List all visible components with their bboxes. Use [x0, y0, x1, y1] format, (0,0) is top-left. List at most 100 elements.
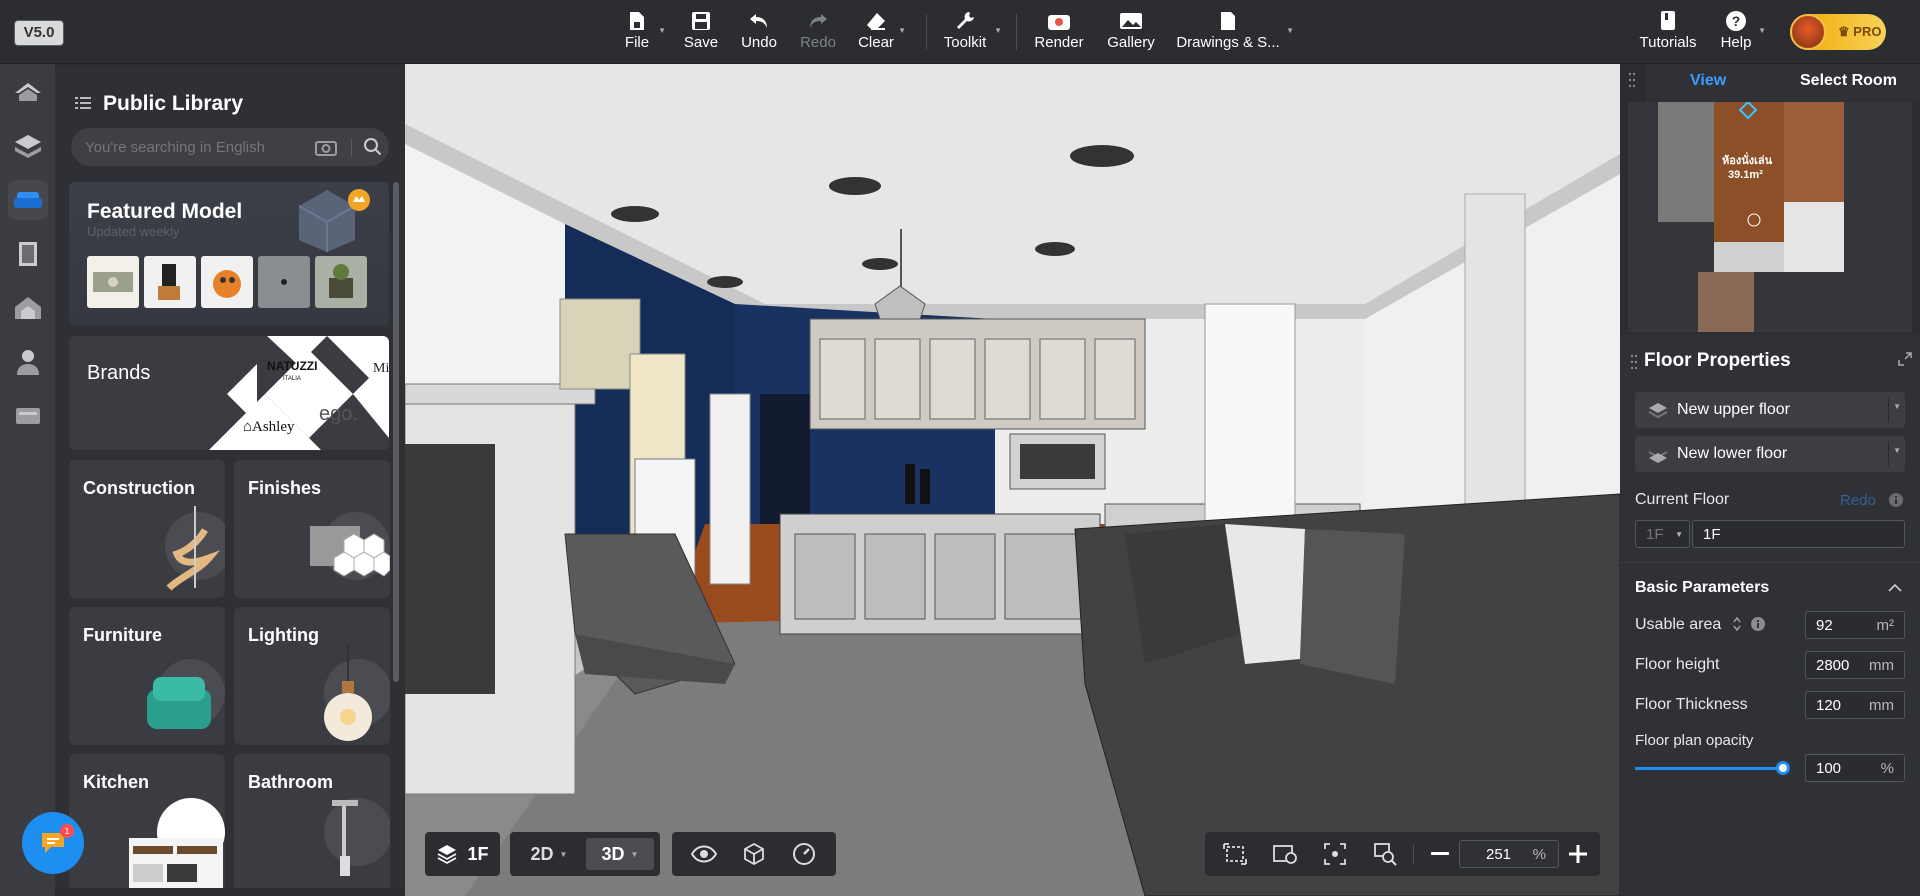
category-furniture[interactable]: Furniture — [69, 607, 225, 745]
library-scrollbar[interactable] — [393, 182, 399, 682]
category-lighting[interactable]: Lighting — [234, 607, 390, 745]
new-upper-floor-button[interactable]: New upper floor ▼ — [1635, 392, 1905, 428]
zoom-in-icon[interactable] — [1563, 832, 1593, 876]
roof-icon[interactable] — [8, 288, 48, 328]
chevron-down-icon[interactable]: ▼ — [898, 26, 906, 35]
focus-icon[interactable] — [1317, 832, 1353, 876]
featured-thumb[interactable] — [87, 256, 139, 308]
book-icon — [1659, 8, 1677, 34]
search-input[interactable] — [85, 128, 285, 166]
undo-button[interactable]: Undo — [740, 8, 778, 56]
redo-button[interactable]: Redo — [800, 8, 836, 56]
brands-card[interactable]: Brands NATUZZI ITALIA ⌂Ashley ego. Mi — [69, 336, 389, 450]
featured-thumb[interactable] — [201, 256, 253, 308]
pro-account-badge[interactable]: ♛ PRO — [1790, 14, 1886, 50]
eye-icon[interactable] — [686, 832, 722, 876]
fit-view-icon[interactable] — [1217, 832, 1253, 876]
search-icon[interactable] — [363, 137, 383, 162]
chevron-down-icon[interactable]: ▼ — [658, 26, 666, 35]
room-name-label: ห้องนั่งเล่น — [1722, 152, 1773, 167]
floor-height-label: Floor height — [1635, 656, 1720, 673]
opacity-slider-track[interactable] — [1635, 761, 1790, 775]
zoom-out-icon[interactable] — [1425, 832, 1455, 876]
save-button[interactable]: Save — [684, 8, 718, 56]
sort-icon[interactable] — [1732, 616, 1742, 637]
redo-link[interactable]: Redo — [1840, 492, 1876, 509]
3d-viewport[interactable] — [405, 64, 1620, 896]
gauge-icon[interactable] — [786, 832, 822, 876]
door-icon[interactable] — [8, 234, 48, 274]
featured-thumb[interactable] — [144, 256, 196, 308]
list-menu-icon[interactable] — [75, 96, 91, 115]
category-bathroom[interactable]: Bathroom — [234, 754, 390, 888]
category-finishes[interactable]: Finishes — [234, 460, 390, 598]
tab-view[interactable]: View — [1690, 72, 1726, 90]
toolkit-button[interactable]: Toolkit ▼ — [940, 8, 1002, 56]
tab-select-room[interactable]: Select Room — [1800, 72, 1897, 90]
basic-parameters-header[interactable]: Basic Parameters — [1635, 579, 1769, 597]
help-button[interactable]: ? Help ▼ — [1718, 8, 1766, 56]
file-button[interactable]: File ▼ — [620, 8, 666, 56]
avatar[interactable] — [1790, 14, 1826, 50]
usable-area-input[interactable]: 92 m² — [1805, 611, 1905, 639]
floor-height-input[interactable]: 2800 mm — [1805, 651, 1905, 679]
info-icon[interactable] — [1888, 492, 1904, 513]
floor-plan-minimap[interactable]: ห้องนั่งเล่น 39.1m² — [1628, 102, 1912, 332]
opacity-slider-thumb[interactable] — [1776, 761, 1790, 775]
search-divider — [351, 138, 352, 156]
chevron-down-icon[interactable]: ▼ — [1893, 446, 1901, 455]
opacity-input[interactable]: 100% — [1805, 754, 1905, 782]
chat-badge: 1 — [60, 824, 74, 838]
featured-cube-icon — [298, 189, 370, 252]
file-label: File — [624, 34, 650, 51]
featured-thumb[interactable] — [315, 256, 367, 308]
chevron-down-icon[interactable]: ▼ — [994, 26, 1002, 35]
layers-icon[interactable] — [8, 126, 48, 166]
hexagon-tiles-icon — [310, 512, 390, 580]
zoom-area-icon[interactable] — [1367, 832, 1403, 876]
view-settings-icon[interactable] — [1267, 832, 1303, 876]
chevron-up-icon[interactable] — [1888, 580, 1902, 598]
undo-label: Undo — [741, 34, 777, 51]
featured-thumb[interactable] — [258, 256, 310, 308]
drag-handle-icon[interactable] — [1630, 354, 1638, 375]
floor-select[interactable]: 1F ▼ — [1635, 520, 1690, 548]
drawings-button[interactable]: Drawings & S... ▼ — [1176, 8, 1294, 56]
expand-icon[interactable] — [1898, 352, 1912, 371]
current-floor-label: Current Floor — [1635, 491, 1730, 508]
mode-2d-button[interactable]: 2D ▼ — [516, 832, 582, 876]
cube-view-icon[interactable] — [736, 832, 772, 876]
gallery-button[interactable]: Gallery — [1106, 8, 1156, 56]
public-library-panel: Public Library Featured Model Updated we… — [55, 66, 405, 888]
floor-switcher[interactable]: 1F — [425, 832, 500, 876]
info-icon[interactable] — [1750, 616, 1766, 637]
chevron-down-icon[interactable]: ▼ — [1893, 402, 1901, 411]
chat-support-button[interactable]: 1 — [22, 812, 84, 874]
category-kitchen[interactable]: Kitchen — [69, 754, 225, 888]
drag-handle-icon[interactable] — [1628, 72, 1636, 93]
new-lower-floor-button[interactable]: New lower floor ▼ — [1635, 436, 1905, 472]
room-area-label: 39.1m² — [1728, 169, 1763, 181]
featured-model-card[interactable]: Featured Model Updated weekly — [69, 182, 389, 326]
chevron-down-icon[interactable]: ▼ — [1286, 26, 1294, 35]
home-icon[interactable] — [8, 72, 48, 112]
clear-button[interactable]: Clear ▼ — [858, 8, 906, 56]
new-upper-label: New upper floor — [1677, 401, 1790, 418]
right-panel: View Select Room ห้องนั่งเล่น 39.1m² Flo… — [1620, 64, 1920, 896]
library-sofa-icon[interactable] — [8, 180, 48, 220]
mode-3d-button[interactable]: 3D ▼ — [586, 838, 654, 870]
chevron-down-icon[interactable]: ▼ — [1758, 26, 1766, 35]
brands-title: Brands — [87, 362, 151, 384]
pro-label: ♛ PRO — [1838, 24, 1882, 39]
tutorials-button[interactable]: Tutorials — [1640, 8, 1696, 56]
cabinet-icon[interactable] — [8, 396, 48, 436]
zoom-input[interactable]: 251% — [1459, 840, 1559, 868]
person-icon[interactable] — [8, 342, 48, 382]
floor-name-input[interactable]: 1F — [1692, 520, 1905, 548]
floor-properties-title: Floor Properties — [1644, 350, 1791, 371]
category-construction[interactable]: Construction — [69, 460, 225, 598]
camera-search-icon[interactable] — [315, 138, 337, 161]
kitchen-cabinet-icon — [129, 798, 225, 888]
render-button[interactable]: Render — [1034, 8, 1084, 56]
floor-thickness-input[interactable]: 120 mm — [1805, 691, 1905, 719]
